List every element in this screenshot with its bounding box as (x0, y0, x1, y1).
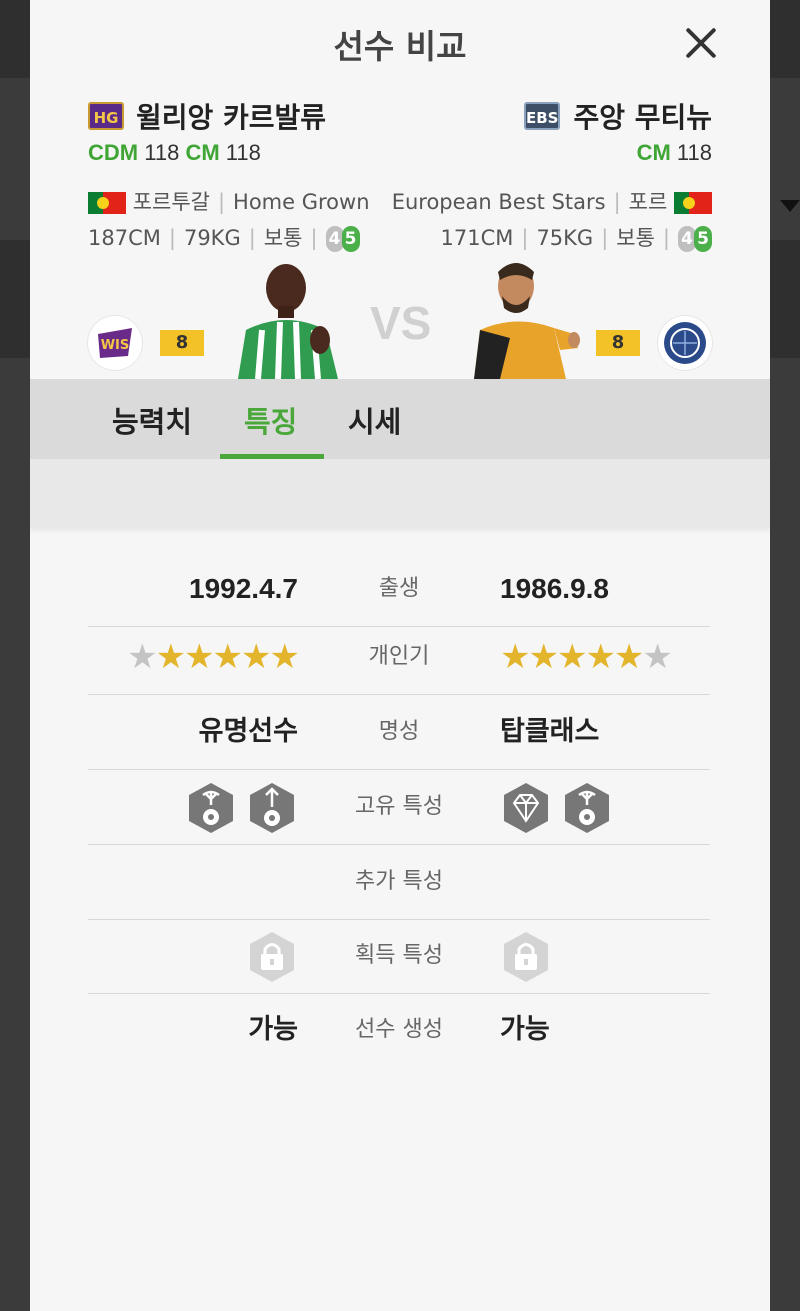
right-pos-code-1: CM (636, 140, 671, 165)
tab-stats[interactable]: 능력치 (112, 399, 192, 441)
left-nation-line: 포르투갈 | Home Grown (88, 186, 370, 216)
extra-traits-label: 추가 특성 (355, 869, 443, 894)
right-nation: 포르 (628, 190, 668, 214)
right-reputation: 탑클래스 (500, 716, 600, 747)
compare-row-extra-traits: 추가 특성 (88, 845, 710, 920)
right-enhance-grade: 8 (596, 330, 640, 356)
tab-bar: 능력치 특징 시세 (30, 379, 770, 459)
star-empty-icon: ★ (642, 637, 673, 677)
close-icon[interactable] (666, 6, 736, 76)
tab-traits[interactable]: 특징 (244, 399, 297, 441)
unique-traits-label: 고유 특성 (355, 794, 443, 819)
left-enhance-grade: 8 (160, 330, 204, 356)
season-badge-ebs: EBS (524, 102, 560, 130)
creation-label: 선수 생성 (355, 1017, 443, 1042)
left-player-positions: CDM 118 CM 118 (88, 140, 261, 166)
diamond-trait-icon[interactable] (502, 781, 550, 835)
left-season-name: Home Grown (233, 190, 370, 214)
star-filled-icon: ★★★★★ (500, 637, 644, 677)
portugal-flag-icon (88, 192, 126, 214)
left-nation: 포르투갈 (132, 190, 210, 214)
right-player-portrait[interactable] (470, 258, 582, 379)
right-skill-moves: 5 (694, 226, 712, 252)
right-pos-ovr-1: 118 (676, 140, 712, 165)
background-dropdown-arrow (780, 200, 800, 212)
right-season-name: European Best Stars (391, 190, 606, 214)
left-skill-moves: 5 (341, 226, 360, 252)
birth-label: 출생 (378, 576, 420, 601)
palm-ball-trait-icon[interactable] (563, 781, 611, 835)
lock-icon (504, 931, 548, 982)
compare-row-acquired-traits: 획득 특성 (88, 919, 710, 994)
modal-title: 선수 비교 (333, 27, 467, 66)
left-club-crest-icon: WIS (88, 316, 142, 370)
left-player-portrait[interactable] (228, 260, 348, 379)
left-body-type: 보통 (263, 226, 303, 250)
compare-row-creation: 가능 선수 생성 가능 (88, 993, 710, 1067)
compare-row-reputation: 유명선수 명성 탑클래스 (88, 695, 710, 770)
vs-label: VS (370, 297, 432, 349)
right-birth: 1986.9.8 (500, 573, 609, 604)
left-height: 187CM (88, 226, 161, 250)
portugal-flag-icon (674, 192, 712, 214)
reputation-label: 명성 (378, 719, 420, 744)
right-player-name[interactable]: 주앙 무티뉴 (573, 96, 712, 136)
right-acquired-traits (500, 919, 552, 993)
right-club-crest-icon (658, 316, 712, 370)
left-body-line: 187CM | 79KG | 보통 | 4 5 (88, 222, 360, 252)
right-height: 171CM (440, 226, 514, 250)
compare-row-birth: 1992.4.7 출생 1986.9.8 (88, 552, 710, 627)
left-pos-code-2: CM (185, 140, 220, 165)
left-weight: 79KG (183, 226, 241, 250)
player-compare-modal: 선수 비교 HG 윌리앙 카르발류 CDM 118 CM 118 포르투갈 | Ho… (30, 0, 770, 1311)
right-creation: 가능 (500, 1014, 550, 1045)
tab-price[interactable]: 시세 (348, 399, 401, 441)
svg-text:WIS: WIS (101, 338, 130, 353)
compare-row-unique-traits: 고유 특성 (88, 770, 710, 845)
right-body-line: 171CM | 75KG | 보통 | 4 5 (440, 222, 712, 252)
right-unique-traits (500, 770, 613, 844)
sub-header-band (30, 459, 770, 527)
right-nation-line: European Best Stars | 포르 (392, 186, 712, 216)
left-weak-foot: 4 (325, 226, 344, 252)
left-pos-code-1: CDM (88, 140, 139, 165)
right-weight: 75KG (536, 226, 594, 250)
compare-row-popularity: ★★★★★★ 개인기 ★★★★★★ (88, 620, 710, 695)
season-badge-hg: HG (88, 102, 124, 130)
right-player-positions: CM 118 (637, 140, 712, 166)
left-player-name[interactable]: 윌리앙 카르발류 (136, 96, 326, 136)
right-skill-stars: ★★★★★★ (500, 620, 673, 694)
acquired-traits-label: 획득 특성 (355, 943, 443, 968)
left-pos-ovr-2: 118 (225, 140, 261, 165)
right-body-type: 보통 (616, 226, 655, 250)
left-pos-ovr-1: 118 (144, 140, 180, 165)
